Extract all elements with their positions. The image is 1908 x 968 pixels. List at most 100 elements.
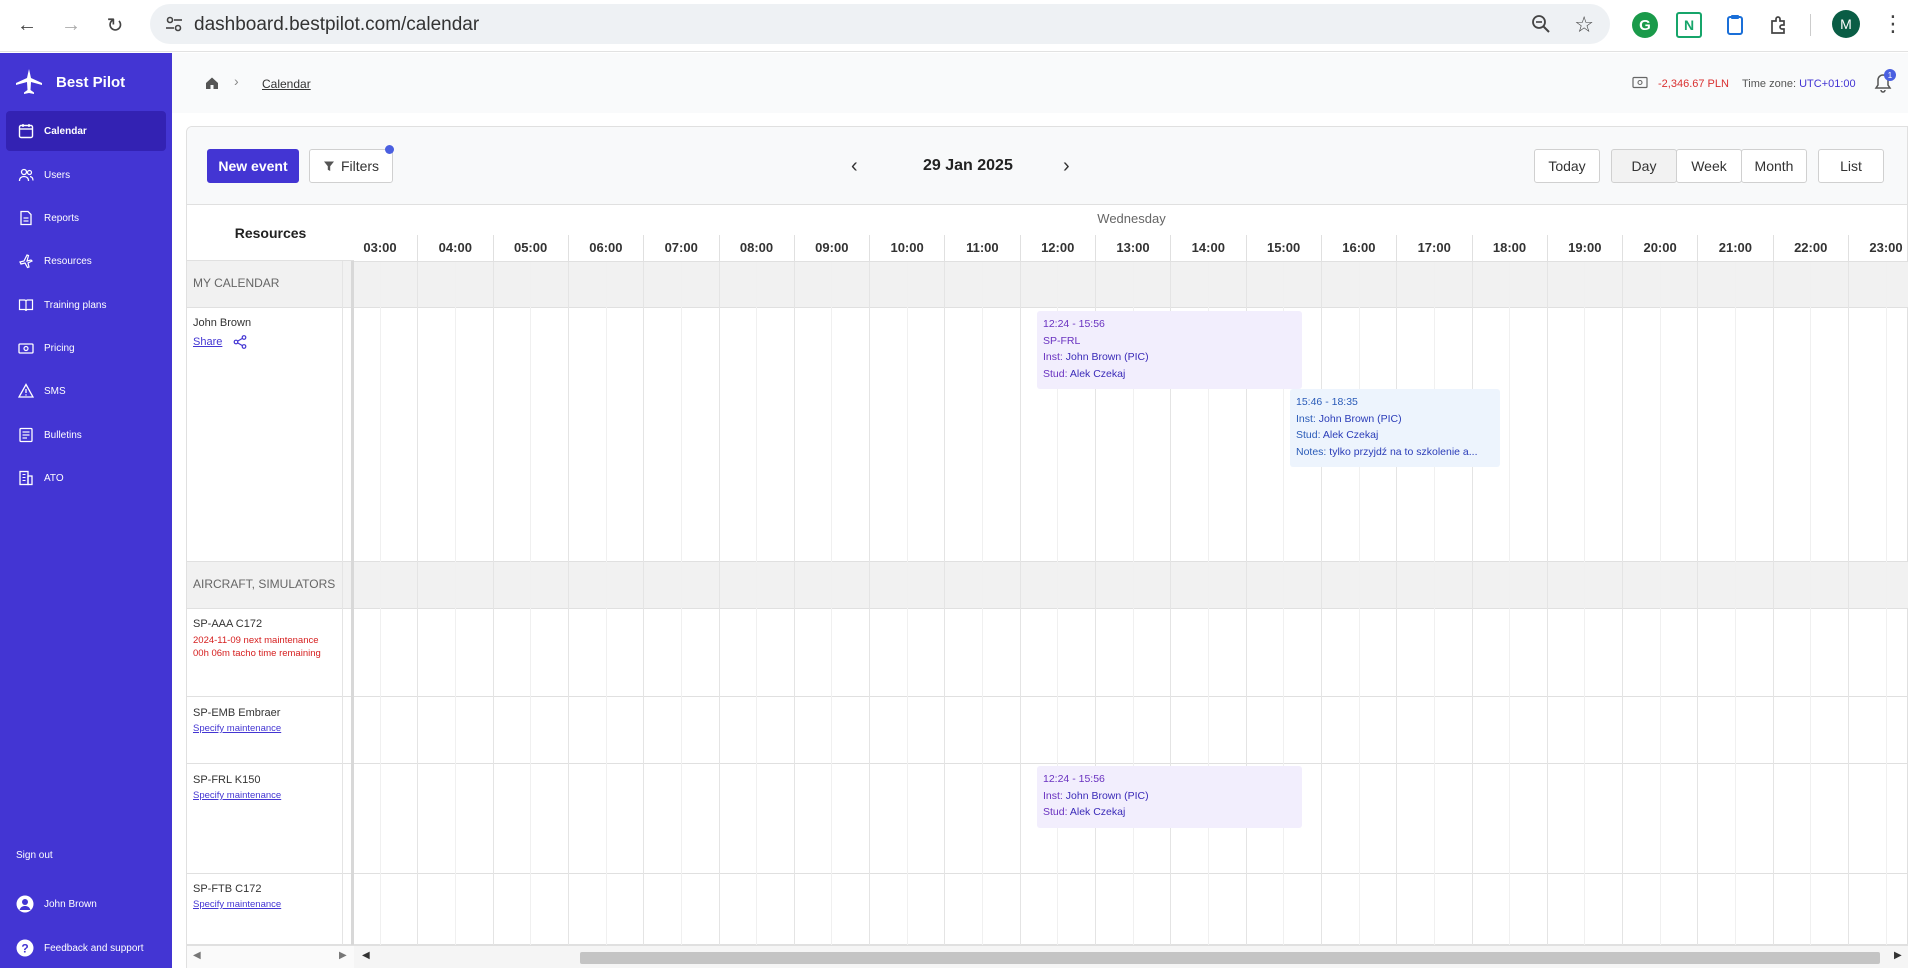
resources-scrollbar[interactable]: ◀ ▶ [187,945,354,968]
event-time: 12:24 - 15:56 [1043,318,1105,330]
half-hour-gridline [756,261,758,945]
hour-gridline [1471,261,1473,945]
sidebar-item-calendar[interactable]: Calendar [6,111,166,151]
address-bar[interactable]: dashboard.bestpilot.com/calendar ☆ [150,4,1610,44]
resource-name: John Brown [193,317,252,329]
hour-gridline [944,261,946,945]
hour-gridline [1320,261,1322,945]
sidebar-item-bulletins[interactable]: Bulletins [6,415,166,455]
bookmark-star-icon[interactable]: ☆ [1574,12,1594,38]
hour-header: 19:00 [1546,235,1622,261]
sidebar-item-label: ATO [44,472,64,484]
event-john-notes[interactable]: 15:46 - 18:35 Inst: John Brown (PIC) Stu… [1290,389,1500,467]
grammarly-extension-icon[interactable]: G [1632,12,1658,38]
event-sp-frl-aircraft-row[interactable]: 12:24 - 15:56 Inst: John Brown (PIC) Stu… [1037,766,1302,828]
reload-icon[interactable]: ↻ [100,10,130,40]
half-hour-gridline [982,261,984,945]
hour-gridline [417,261,419,945]
scroll-left-arrow-icon[interactable]: ◀ [193,950,201,961]
hour-header: 14:00 [1170,235,1245,261]
sidebar-item-ato[interactable]: ATO [6,458,166,498]
hour-gridline [1622,261,1624,945]
feedback-link[interactable]: ? Feedback and support [6,933,166,963]
resource-name: SP-AAA C172 [193,618,263,630]
hour-gridline [1396,261,1398,945]
today-button[interactable]: Today [1534,149,1600,183]
specify-maintenance-link[interactable]: Specify maintenance [193,899,281,910]
scroll-left-arrow-icon[interactable]: ◀ [362,950,370,961]
scrollbar-thumb[interactable] [580,952,1880,964]
sign-out-link[interactable]: Sign out [6,840,166,870]
calendar-grid: Wednesday 03:00 04:00 05:00 06:00 07:00 08:00… [187,205,1908,945]
hour-header: 12:00 [1019,235,1095,261]
hour-gridline [492,261,494,945]
hour-gridline [1546,261,1548,945]
n-extension-icon[interactable]: N [1676,12,1702,38]
profile-avatar[interactable]: M [1832,10,1860,38]
hour-gridline [1772,261,1774,945]
filter-funnel-icon [323,161,334,171]
sidebar-item-resources[interactable]: Resources [6,241,166,281]
specify-maintenance-link[interactable]: Specify maintenance [193,723,281,734]
user-profile-link[interactable]: John Brown [6,889,166,919]
user-avatar-icon [16,895,34,913]
forward-icon[interactable]: → [56,10,86,40]
resources-column: Resources MY CALENDAR John Brown Share A… [187,205,354,945]
hour-header: 05:00 [492,235,568,261]
hour-gridline [643,261,645,945]
resources-header: Resources [187,205,354,261]
day-view-button[interactable]: Day [1611,149,1677,183]
maintenance-warning: 2024-11-09 next maintenance [193,635,319,646]
site-settings-icon[interactable] [164,14,184,34]
sidebar-item-training-plans[interactable]: Training plans [6,285,166,325]
half-hour-gridline [1810,261,1812,945]
event-sp-frl-john[interactable]: 12:24 - 15:56 SP-FRL Inst: John Brown (P… [1037,311,1302,389]
sidebar-item-sms[interactable]: SMS [6,371,166,411]
url-text[interactable]: dashboard.bestpilot.com/calendar [194,14,479,36]
breadcrumb-chevron-icon: › [234,73,239,89]
warning-icon [18,383,34,398]
previous-day-arrow-icon[interactable]: ‹ [851,155,858,178]
weekday-label: Wednesday [1097,211,1166,226]
account-balance[interactable]: -2,346.67 PLN [1658,78,1729,90]
timeline-scrollbar[interactable]: ◀ ▶ [354,945,1908,968]
event-student: Stud: Alek Czekaj [1043,806,1126,818]
extensions-puzzle-icon[interactable] [1766,12,1792,38]
sidebar-item-reports[interactable]: Reports [6,198,166,238]
specify-maintenance-link[interactable]: Specify maintenance [193,790,281,801]
sidebar-item-pricing[interactable]: Pricing [6,328,166,368]
reports-icon [20,210,32,226]
clipboard-extension-icon[interactable] [1722,12,1748,38]
hour-header: 11:00 [944,235,1019,261]
scroll-right-arrow-icon[interactable]: ▶ [339,950,347,961]
month-view-button[interactable]: Month [1741,149,1807,183]
share-icon[interactable] [233,335,247,349]
sidebar-item-label: Reports [44,212,80,224]
timezone-indicator[interactable]: Time zone: UTC+01:00 [1742,78,1856,90]
brand[interactable]: Best Pilot [14,67,125,97]
sidebar-item-users[interactable]: Users [6,155,166,195]
new-event-button[interactable]: New event [207,149,299,183]
resource-name: SP-EMB Embraer [193,707,281,719]
sidebar-item-label: Bulletins [44,429,82,441]
hour-header: 06:00 [567,235,643,261]
week-view-button[interactable]: Week [1676,149,1742,183]
next-day-arrow-icon[interactable]: › [1063,155,1070,178]
hour-header: 09:00 [793,235,869,261]
breadcrumb-calendar[interactable]: Calendar [262,77,311,91]
list-view-button[interactable]: List [1818,149,1884,183]
home-icon[interactable] [204,75,220,91]
scroll-right-arrow-icon[interactable]: ▶ [1894,950,1902,961]
zoom-icon[interactable] [1530,13,1552,35]
half-hour-gridline [1735,261,1737,945]
event-time: 15:46 - 18:35 [1296,396,1358,408]
back-icon[interactable]: ← [12,10,42,40]
feedback-label: Feedback and support [44,942,144,954]
calendar-toolbar: New event Filters ‹ 29 Jan 2025 › Today … [187,127,1907,205]
browser-menu-icon[interactable]: ⋮ [1882,10,1904,38]
event-instructor: Inst: John Brown (PIC) [1043,789,1149,802]
filters-button[interactable]: Filters [309,149,393,183]
share-link[interactable]: Share [193,336,222,348]
hour-header: 21:00 [1697,235,1772,261]
svg-text:?: ? [21,942,28,956]
